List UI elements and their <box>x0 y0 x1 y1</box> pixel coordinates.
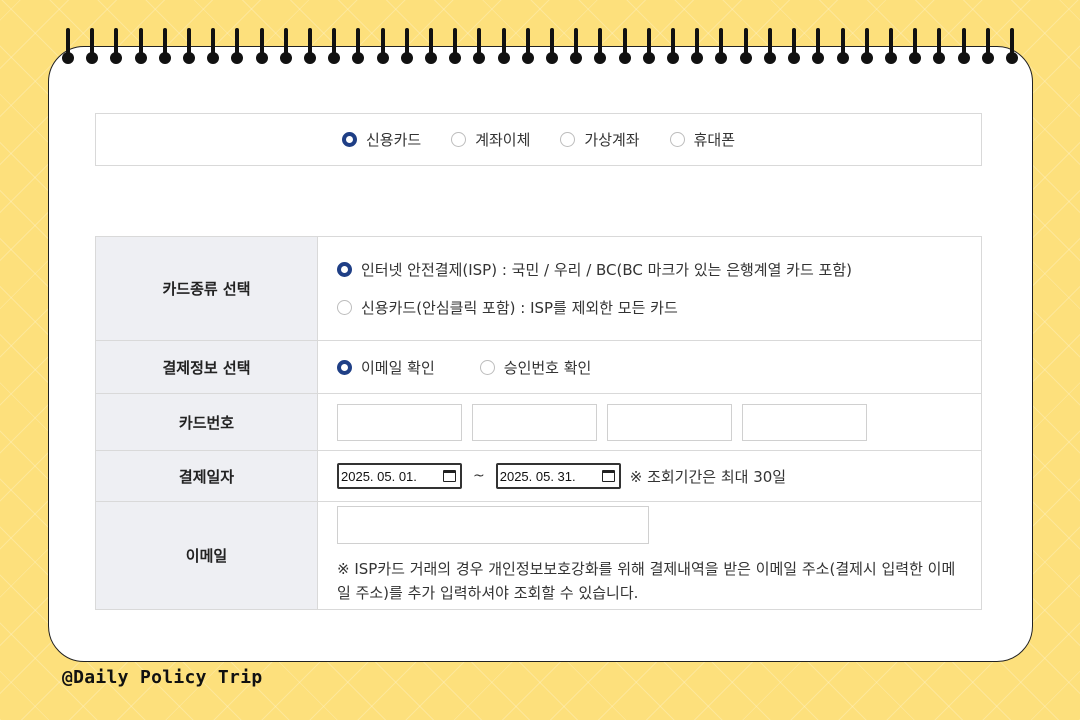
binder-ring <box>836 28 849 64</box>
card-number-row: 카드번호 <box>95 393 982 451</box>
end-date-input[interactable]: 2025. 05. 31. <box>495 463 621 489</box>
option-label: 인터넷 안전결제(ISP) : 국민 / 우리 / BC(BC 마크가 있는 은… <box>361 261 852 279</box>
payment-method-bank-transfer[interactable]: 계좌이체 <box>451 129 530 150</box>
radio-unchecked-icon[interactable] <box>479 359 495 375</box>
email-input[interactable] <box>337 506 649 544</box>
binder-ring <box>497 28 510 64</box>
radio-unchecked-icon[interactable] <box>560 132 576 147</box>
binder-ring <box>981 28 994 64</box>
card-number-input-2[interactable] <box>472 403 597 441</box>
card-number-fields <box>317 393 982 451</box>
binder-ring <box>667 28 680 64</box>
radio-unchecked-icon[interactable] <box>451 132 467 147</box>
email-label: 이메일 <box>95 501 318 610</box>
payment-method-label: 가상계좌 <box>584 131 640 149</box>
payment-method-label: 계좌이체 <box>475 131 531 149</box>
binder-ring <box>158 28 171 64</box>
start-date-input[interactable]: 2025. 05. 01. <box>337 463 462 489</box>
binder-ring <box>715 28 728 64</box>
radio-unchecked-icon[interactable] <box>337 300 352 315</box>
binder-ring <box>86 28 99 64</box>
payment-method-virtual-account[interactable]: 가상계좌 <box>560 129 640 150</box>
payment-method-label: 신용카드 <box>365 131 422 149</box>
payment-date-label: 결제일자 <box>95 450 318 502</box>
card-type-label: 카드종류 선택 <box>95 236 318 341</box>
card-type-isp-option[interactable]: 인터넷 안전결제(ISP) : 국민 / 우리 / BC(BC 마크가 있는 은… <box>337 259 962 280</box>
binder-ring <box>376 28 389 64</box>
option-label: 신용카드(안심클릭 포함) : ISP를 제외한 모든 카드 <box>361 299 678 317</box>
date-range-note: ※ 조회기간은 최대 30일 <box>629 467 787 486</box>
date-range-separator: ~ <box>473 468 485 484</box>
binder-rings <box>62 28 1018 64</box>
payment-method-selector: 신용카드 계좌이체 가상계좌 휴대폰 <box>95 113 982 166</box>
card-number-input-4[interactable] <box>742 403 867 441</box>
binder-ring <box>546 28 559 64</box>
binder-ring <box>62 28 74 64</box>
binder-ring <box>788 28 801 64</box>
payment-method-label: 휴대폰 <box>693 131 735 149</box>
binder-ring <box>255 28 268 64</box>
binder-ring <box>594 28 607 64</box>
binder-ring <box>521 28 534 64</box>
email-field-cell: ※ ISP카드 거래의 경우 개인정보보호강화를 위해 결제내역을 받은 이메일… <box>317 501 982 610</box>
payment-date-row: 결제일자 2025. 05. 01. ~ 2025. 05. 31. ※ 조회기… <box>95 450 982 502</box>
radio-unchecked-icon[interactable] <box>669 132 685 147</box>
card-type-credit-option[interactable]: 신용카드(안심클릭 포함) : ISP를 제외한 모든 카드 <box>337 297 962 318</box>
binder-ring <box>860 28 873 64</box>
binder-ring <box>739 28 752 64</box>
email-note: ※ ISP카드 거래의 경우 개인정보보호강화를 위해 결제내역을 받은 이메일… <box>337 560 956 602</box>
watermark-credit: @Daily Policy Trip <box>62 667 263 688</box>
card-number-input-3[interactable] <box>607 403 732 441</box>
payment-method-mobile[interactable]: 휴대폰 <box>669 129 735 150</box>
payment-date-fields: 2025. 05. 01. ~ 2025. 05. 31. ※ 조회기간은 최대… <box>317 450 982 502</box>
binder-ring <box>449 28 462 64</box>
radio-checked-icon[interactable] <box>341 132 357 147</box>
card-number-input-1[interactable] <box>337 403 462 441</box>
binder-ring <box>691 28 704 64</box>
payment-info-label: 결제정보 선택 <box>95 340 318 394</box>
binder-ring <box>207 28 220 64</box>
option-label: 이메일 확인 <box>361 358 435 377</box>
payment-info-options: 이메일 확인 승인번호 확인 <box>317 340 982 394</box>
card-type-options: 인터넷 안전결제(ISP) : 국민 / 우리 / BC(BC 마크가 있는 은… <box>317 236 982 341</box>
binder-ring <box>304 28 317 64</box>
payment-lookup-form: 카드종류 선택 인터넷 안전결제(ISP) : 국민 / 우리 / BC(BC … <box>95 236 982 610</box>
radio-checked-icon[interactable] <box>337 262 352 277</box>
binder-ring <box>352 28 365 64</box>
option-label: 승인번호 확인 <box>503 358 592 377</box>
binder-ring <box>957 28 970 64</box>
binder-ring <box>110 28 123 64</box>
binder-ring <box>279 28 292 64</box>
approval-number-option[interactable]: 승인번호 확인 <box>479 357 592 378</box>
binder-ring <box>183 28 196 64</box>
binder-ring <box>909 28 922 64</box>
binder-ring <box>425 28 438 64</box>
email-row: 이메일 ※ ISP카드 거래의 경우 개인정보보호강화를 위해 결제내역을 받은… <box>95 501 982 610</box>
binder-ring <box>812 28 825 64</box>
card-number-label: 카드번호 <box>95 393 318 451</box>
binder-ring <box>570 28 583 64</box>
calendar-icon[interactable] <box>601 470 615 482</box>
email-confirm-option[interactable]: 이메일 확인 <box>337 357 435 378</box>
payment-info-row: 결제정보 선택 이메일 확인 승인번호 확인 <box>95 340 982 394</box>
binder-ring <box>618 28 631 64</box>
payment-method-credit-card[interactable]: 신용카드 <box>341 129 422 150</box>
binder-ring <box>134 28 147 64</box>
binder-ring <box>473 28 486 64</box>
radio-checked-icon[interactable] <box>337 359 352 375</box>
binder-ring <box>763 28 776 64</box>
binder-ring <box>328 28 341 64</box>
end-date-value: 2025. 05. 31. <box>499 468 576 484</box>
card-type-row: 카드종류 선택 인터넷 안전결제(ISP) : 국민 / 우리 / BC(BC … <box>95 236 982 341</box>
binder-ring <box>933 28 946 64</box>
start-date-value: 2025. 05. 01. <box>341 468 417 484</box>
binder-ring <box>884 28 897 64</box>
binder-ring <box>231 28 244 64</box>
calendar-icon[interactable] <box>443 470 456 482</box>
binder-ring <box>642 28 655 64</box>
binder-ring <box>1005 28 1018 64</box>
binder-ring <box>400 28 413 64</box>
